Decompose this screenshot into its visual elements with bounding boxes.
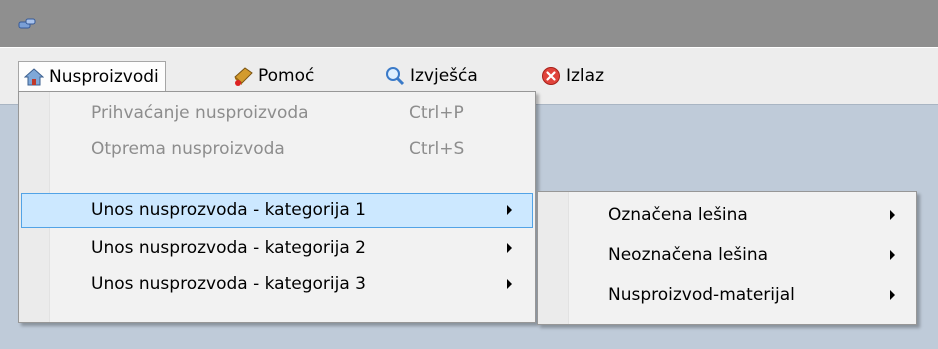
menu-nusproizvodi-label: Nusproizvodi xyxy=(49,67,159,87)
submenu-item-label: Neoznačena lešina xyxy=(608,245,769,265)
submenu-arrow-icon xyxy=(507,205,512,215)
submenu-arrow-icon xyxy=(890,290,895,300)
menu-izlaz[interactable]: Izlaz xyxy=(536,61,610,91)
menu-item-label: Otprema nusproizvoda xyxy=(91,139,285,159)
submenu-arrow-icon xyxy=(507,279,512,289)
title-bar xyxy=(0,0,938,47)
menu-pomoc[interactable]: Pomoć xyxy=(228,61,320,91)
submenu-item-label: Označena lešina xyxy=(608,205,748,225)
kategorija-1-submenu: Označena lešina Neoznačena lešina Nuspro… xyxy=(537,191,917,325)
shortcut-label: Ctrl+S xyxy=(409,139,465,159)
close-circle-icon xyxy=(540,65,562,87)
menu-item-label: Unos nusprozvoda - kategorija 3 xyxy=(91,274,366,294)
help-book-icon xyxy=(232,65,254,87)
shortcut-label: Ctrl+P xyxy=(409,103,464,123)
menu-izvjesca-label: Izvješća xyxy=(410,66,478,86)
submenu-arrow-icon xyxy=(890,210,895,220)
home-icon xyxy=(23,66,45,88)
menu-item-otprema[interactable]: Otprema nusproizvoda Ctrl+S xyxy=(21,132,533,167)
menu-izvjesca[interactable]: Izvješća xyxy=(380,61,484,91)
submenu-arrow-icon xyxy=(507,243,512,253)
menu-item-label: Unos nusprozvoda - kategorija 1 xyxy=(91,200,366,220)
menu-item-kategorija-3[interactable]: Unos nusprozvoda - kategorija 3 xyxy=(21,267,533,302)
menu-item-label: Prihvaćanje nusproizvoda xyxy=(91,103,309,123)
magnifier-icon xyxy=(384,65,406,87)
submenu-item-nusproizvod-materijal[interactable]: Nusproizvod-materijal xyxy=(540,276,914,312)
menu-item-label: Unos nusprozvoda - kategorija 2 xyxy=(91,238,366,258)
menu-nusproizvodi[interactable]: Nusproizvodi xyxy=(18,61,166,92)
submenu-item-label: Nusproizvod-materijal xyxy=(608,285,795,305)
nusproizvodi-dropdown: Prihvaćanje nusproizvoda Ctrl+P Otprema … xyxy=(18,91,536,323)
menu-item-kategorija-2[interactable]: Unos nusprozvoda - kategorija 2 xyxy=(21,231,533,266)
menu-pomoc-label: Pomoć xyxy=(258,66,315,86)
menu-item-kategorija-1[interactable]: Unos nusprozvoda - kategorija 1 xyxy=(21,193,533,228)
submenu-arrow-icon xyxy=(890,250,895,260)
submenu-item-oznacena-lesina[interactable]: Označena lešina xyxy=(540,196,914,232)
menu-item-prihvacanje[interactable]: Prihvaćanje nusproizvoda Ctrl+P xyxy=(21,96,533,131)
app-icon xyxy=(18,16,36,30)
submenu-item-neoznacena-lesina[interactable]: Neoznačena lešina xyxy=(540,236,914,272)
menu-izlaz-label: Izlaz xyxy=(566,66,605,86)
